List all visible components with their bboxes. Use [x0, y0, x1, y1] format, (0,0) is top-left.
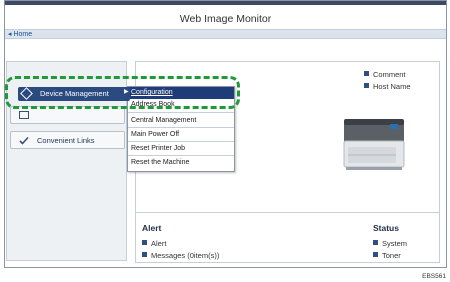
- bullet-icon: [364, 71, 369, 76]
- monitor-icon: [19, 111, 29, 120]
- printer-image: [342, 115, 410, 173]
- menu-separator: [128, 127, 234, 128]
- menu-separator: [128, 112, 234, 113]
- system-status-link[interactable]: System: [373, 239, 407, 248]
- sidebar-item-label: Convenient Links: [37, 136, 95, 145]
- bullet-icon: [142, 240, 147, 245]
- callout-highlight: [5, 76, 240, 109]
- system-status-label: System: [382, 239, 408, 248]
- menu-separator: [128, 155, 234, 156]
- messages-link-label: Messages (0item(s)): [151, 251, 220, 260]
- toner-status-label: Toner: [382, 251, 401, 260]
- menu-separator: [128, 141, 234, 142]
- link-check-icon: [19, 136, 29, 145]
- host-name-field: Host Name: [364, 82, 411, 91]
- section-divider: [136, 212, 439, 213]
- alert-link-label: Alert: [151, 239, 167, 248]
- status-heading: Status: [373, 223, 399, 233]
- home-link[interactable]: ◂ Home: [8, 30, 32, 39]
- comment-label: Comment: [373, 70, 406, 79]
- menu-item-reset-printer-job[interactable]: Reset Printer Job: [128, 143, 234, 155]
- figure-code: EBS561: [422, 273, 446, 280]
- sidebar-item-convenient-links[interactable]: Convenient Links: [10, 131, 125, 149]
- alert-link[interactable]: Alert: [142, 239, 166, 248]
- menu-item-central-management[interactable]: Central Management: [128, 115, 234, 127]
- bullet-icon: [364, 83, 369, 88]
- bullet-icon: [373, 240, 378, 245]
- bullet-icon: [373, 252, 378, 257]
- messages-link[interactable]: Messages (0item(s)): [142, 251, 219, 260]
- menu-item-reset-the-machine[interactable]: Reset the Machine: [128, 157, 234, 169]
- top-accent-bar: [5, 1, 446, 5]
- comment-field: Comment: [364, 70, 406, 79]
- menu-item-main-power-off[interactable]: Main Power Off: [128, 129, 234, 141]
- toner-status-link[interactable]: Toner: [373, 251, 401, 260]
- page-title: Web Image Monitor: [179, 13, 272, 25]
- bullet-icon: [142, 252, 147, 257]
- alert-heading: Alert: [142, 223, 162, 233]
- host-name-label: Host Name: [373, 82, 411, 91]
- breadcrumb-bar: ◂ Home: [5, 29, 446, 39]
- home-link-label: Home: [13, 31, 33, 38]
